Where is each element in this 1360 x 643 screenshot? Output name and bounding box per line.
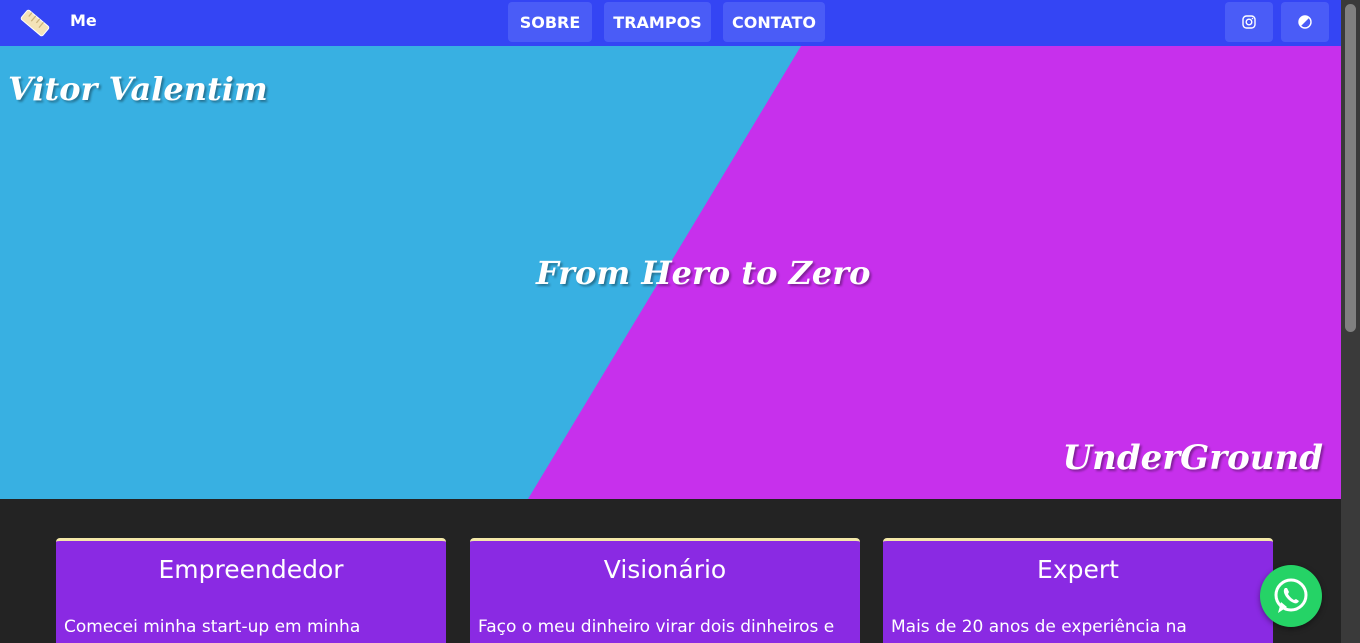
- page-scrollbar[interactable]: [1341, 0, 1360, 643]
- hero-underground-text: UnderGround: [1062, 438, 1323, 478]
- ruler-logo-icon[interactable]: [18, 6, 52, 40]
- instagram-button[interactable]: [1225, 2, 1273, 42]
- card-title: Empreendedor: [158, 555, 344, 584]
- card-text: Faço o meu dinheiro virar dois dinheiros…: [478, 617, 835, 643]
- card-expert: Expert Mais de 20 anos de experiência na…: [883, 538, 1273, 643]
- nav-sobre-button[interactable]: SOBRE: [508, 2, 592, 42]
- nav-trampos-button[interactable]: TRAMPOS: [604, 2, 711, 42]
- navbar: Me SOBRE TRAMPOS CONTATO: [0, 0, 1341, 46]
- whatsapp-icon: [1274, 578, 1308, 613]
- theme-toggle-icon: [1298, 15, 1312, 29]
- card-empreendedor: Empreendedor Comecei minha start-up em m…: [56, 538, 446, 643]
- nav-contato-button[interactable]: CONTATO: [723, 2, 825, 42]
- theme-toggle-button[interactable]: [1281, 2, 1329, 42]
- hero-tagline: From Hero to Zero: [536, 254, 871, 292]
- card-visionario: Visionário Faço o meu dinheiro virar doi…: [470, 538, 860, 643]
- whatsapp-button[interactable]: [1260, 565, 1322, 627]
- card-title: Expert: [1037, 555, 1119, 584]
- card-text: Mais de 20 anos de experiência na faculd…: [891, 617, 1187, 643]
- brand-link[interactable]: Me: [70, 11, 97, 30]
- scrollbar-thumb[interactable]: [1345, 4, 1356, 332]
- card-text: Comecei minha start-up em minha garagem,: [64, 617, 361, 643]
- instagram-icon: [1242, 15, 1256, 29]
- hero-name: Vitor Valentim: [8, 70, 268, 108]
- hero-section: Vitor Valentim From Hero to Zero UnderGr…: [0, 46, 1341, 499]
- card-title: Visionário: [603, 555, 727, 584]
